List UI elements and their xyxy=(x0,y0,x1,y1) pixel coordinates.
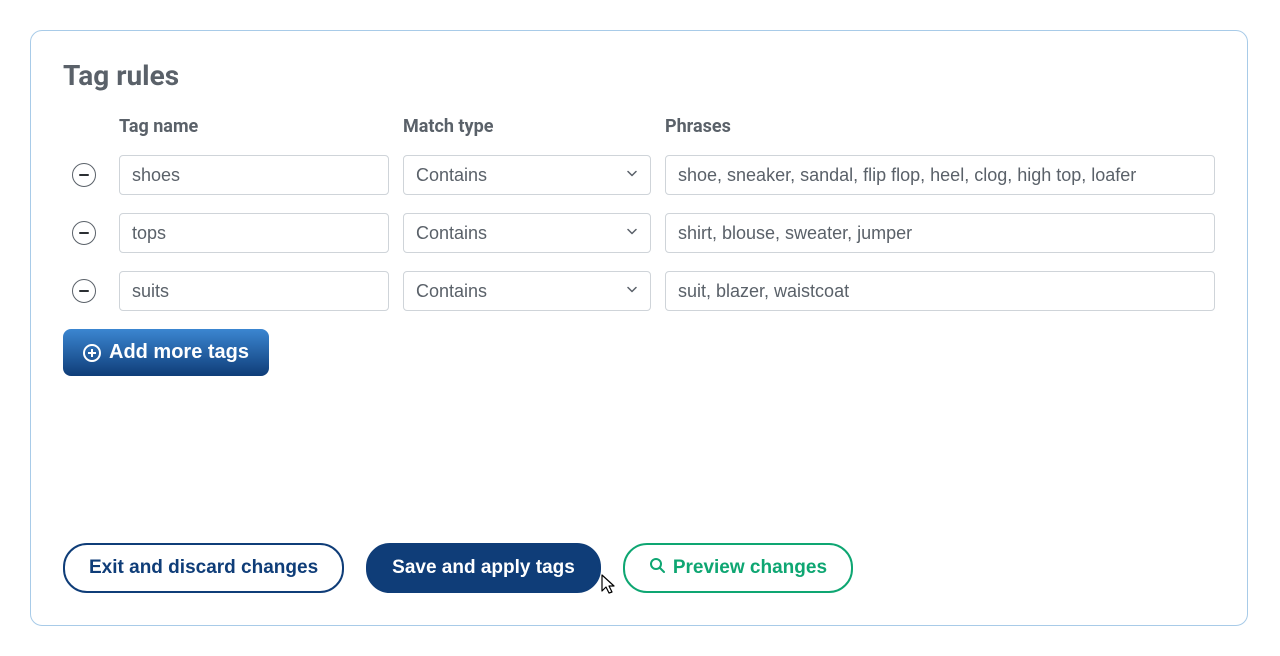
search-icon xyxy=(649,557,665,579)
header-match-type: Match type xyxy=(403,116,651,137)
match-type-select-wrap: Contains xyxy=(403,271,651,311)
match-type-select[interactable]: Contains xyxy=(403,271,651,311)
minus-icon xyxy=(79,174,89,176)
phrases-input[interactable] xyxy=(665,271,1215,311)
exit-discard-label: Exit and discard changes xyxy=(89,557,318,579)
panel-title: Tag rules xyxy=(63,59,1215,92)
header-phrases: Phrases xyxy=(665,116,1215,137)
exit-discard-button[interactable]: Exit and discard changes xyxy=(63,543,344,593)
remove-rule-button[interactable] xyxy=(72,221,96,245)
match-type-select[interactable]: Contains xyxy=(403,155,651,195)
match-type-select-wrap: Contains xyxy=(403,155,651,195)
preview-changes-label: Preview changes xyxy=(673,557,827,579)
match-type-select-wrap: Contains xyxy=(403,213,651,253)
preview-changes-button[interactable]: Preview changes xyxy=(623,543,853,593)
add-more-tags-label: Add more tags xyxy=(109,341,249,364)
header-tag-name: Tag name xyxy=(119,116,389,137)
match-type-select[interactable]: Contains xyxy=(403,213,651,253)
rules-grid: Tag name Match type Phrases Contains Con… xyxy=(63,116,1215,311)
phrases-input[interactable] xyxy=(665,155,1215,195)
tag-rules-panel: Tag rules Tag name Match type Phrases Co… xyxy=(30,30,1248,626)
remove-rule-button[interactable] xyxy=(72,279,96,303)
minus-icon xyxy=(79,232,89,234)
save-apply-button[interactable]: Save and apply tags xyxy=(366,543,601,593)
add-more-tags-button[interactable]: Add more tags xyxy=(63,329,269,376)
tag-name-input[interactable] xyxy=(119,155,389,195)
remove-rule-button[interactable] xyxy=(72,163,96,187)
plus-circle-icon xyxy=(83,344,101,362)
tag-name-input[interactable] xyxy=(119,271,389,311)
phrases-input[interactable] xyxy=(665,213,1215,253)
save-apply-label: Save and apply tags xyxy=(392,557,575,579)
minus-icon xyxy=(79,290,89,292)
tag-name-input[interactable] xyxy=(119,213,389,253)
footer-buttons: Exit and discard changes Save and apply … xyxy=(63,543,853,593)
